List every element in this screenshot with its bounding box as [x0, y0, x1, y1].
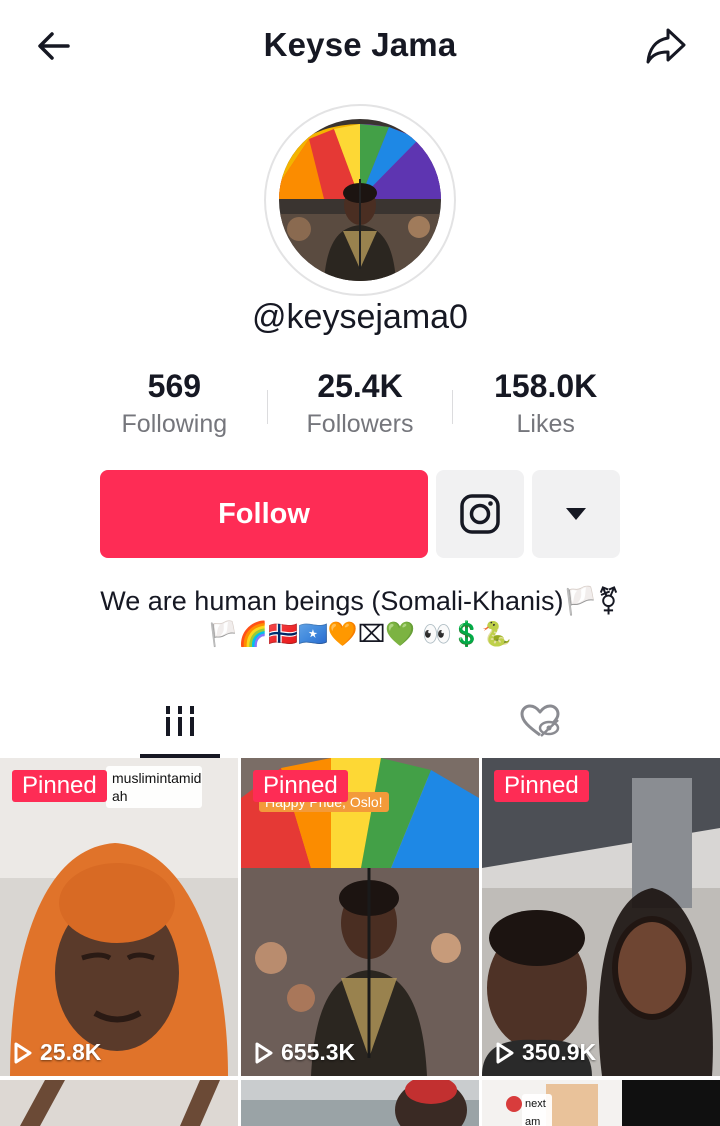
content-tabs: [0, 684, 720, 758]
play-icon: [496, 1042, 514, 1063]
liked-hidden-icon: [520, 704, 560, 737]
video-caption: next am g it: [522, 1094, 552, 1126]
video-caption: muslimintamid ah: [106, 766, 202, 808]
view-count: 350.9K: [496, 1039, 596, 1066]
play-icon: [14, 1042, 32, 1063]
profile-actions: Follow: [100, 470, 620, 558]
play-icon: [255, 1042, 273, 1063]
stat-value: 569: [147, 368, 202, 404]
stat-value: 25.4K: [317, 368, 403, 404]
profile-stats: 569 Following 25.4K Followers 158.0K Lik…: [82, 366, 638, 450]
share-arrow-icon: [646, 28, 686, 64]
view-count-value: 350.9K: [522, 1039, 597, 1065]
view-count: 25.8K: [14, 1039, 101, 1066]
tab-liked-videos[interactable]: [500, 684, 580, 758]
stat-label: Likes: [516, 410, 575, 438]
follow-button[interactable]: Follow: [100, 470, 428, 558]
video-grid: muslimintamid ah Pinned 25.8K Happy Prid…: [0, 758, 720, 1126]
videos-grid-icon: [163, 706, 197, 736]
bio: We are human beings (Somali-Khanis)🏳️⚧ 🏳…: [0, 584, 720, 652]
pinned-badge: Pinned: [253, 770, 348, 802]
view-count-value: 655.3K: [281, 1039, 356, 1065]
stat-followers[interactable]: 25.4K Followers: [268, 366, 453, 450]
stat-value: 158.0K: [494, 368, 598, 404]
stat-likes[interactable]: 158.0K Likes: [453, 366, 638, 450]
caret-down-icon: [566, 508, 586, 520]
video-thumbnail[interactable]: muslimintamid ah Pinned 25.8K: [0, 758, 238, 1076]
pinned-badge: Pinned: [12, 770, 107, 802]
video-thumbnail[interactable]: Pinned 350.9K: [482, 758, 720, 1076]
instagram-icon: [460, 494, 500, 534]
tab-videos[interactable]: [140, 684, 220, 758]
video-thumbnail[interactable]: [241, 1080, 479, 1126]
bio-line-1: We are human beings (Somali-Khanis)🏳️⚧: [100, 586, 620, 616]
stat-following[interactable]: 569 Following: [82, 366, 267, 450]
top-bar: Keyse Jama: [0, 0, 720, 92]
video-thumbnail[interactable]: Happy Pride, Oslo! Pinned 655.3K: [241, 758, 479, 1076]
stat-label: Followers: [306, 410, 414, 438]
video-thumbnail[interactable]: [0, 1080, 238, 1126]
stat-label: Following: [121, 410, 228, 438]
bio-line-2: 🏳️🌈🇳🇴🇸🇴🧡⌧💚 👀💲🐍: [208, 621, 512, 648]
username: @keysejama0: [252, 298, 468, 336]
page-title: Keyse Jama: [263, 26, 457, 63]
view-count-value: 25.8K: [40, 1039, 102, 1065]
avatar-ring[interactable]: [264, 104, 456, 296]
avatar[interactable]: [279, 119, 441, 281]
instagram-button[interactable]: [436, 470, 524, 558]
share-button[interactable]: [642, 22, 690, 70]
more-options-button[interactable]: [532, 470, 620, 558]
video-thumbnail[interactable]: next am g it: [482, 1080, 720, 1126]
view-count: 655.3K: [255, 1039, 355, 1066]
pinned-badge: Pinned: [494, 770, 589, 802]
